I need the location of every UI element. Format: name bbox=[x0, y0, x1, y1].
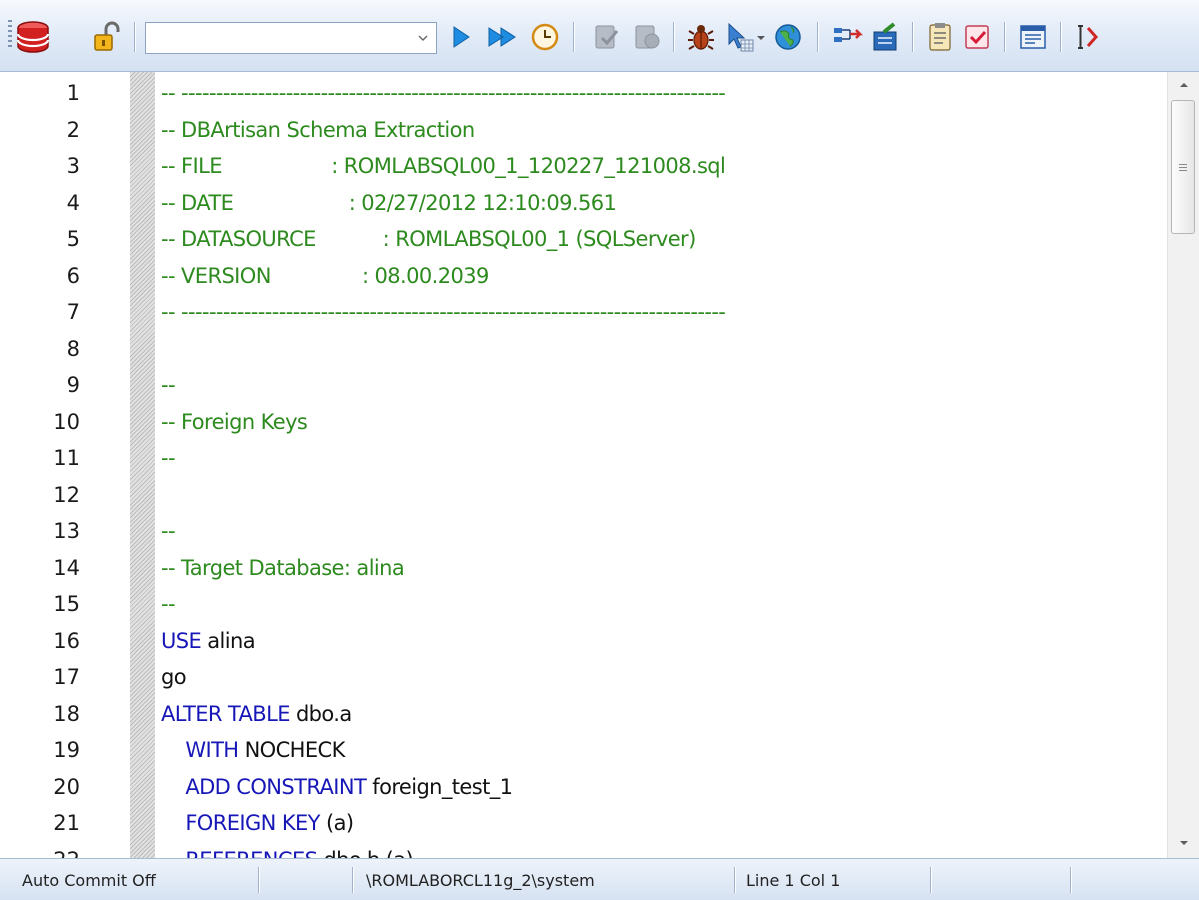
line-number: 19 bbox=[53, 738, 80, 762]
check-icon[interactable] bbox=[960, 20, 994, 54]
sql-text: alina bbox=[201, 628, 255, 653]
fold-margin bbox=[130, 72, 155, 858]
line-number: 6 bbox=[66, 263, 80, 288]
code-text: -- DATASOURCE : ROMLABSQL00_1 (SQLServer… bbox=[161, 227, 696, 251]
rollback-icon[interactable] bbox=[630, 20, 664, 54]
sql-keyword: FOREIGN KEY bbox=[185, 811, 320, 835]
code-text: -- VERSION : 08.00.2039 bbox=[161, 264, 489, 288]
line-number: 12 bbox=[53, 482, 80, 507]
code-text: ADD CONSTRAINT foreign_test_1 bbox=[161, 774, 513, 799]
results-icon[interactable] bbox=[1016, 20, 1050, 54]
paste-icon[interactable] bbox=[923, 20, 957, 54]
line-number: 20 bbox=[53, 774, 80, 799]
sql-comment: -- Target Database: alina bbox=[161, 555, 405, 580]
code-text: -- bbox=[161, 373, 176, 397]
sql-keyword: USE bbox=[161, 628, 202, 653]
line-number: 16 bbox=[53, 628, 80, 653]
sql-text: go bbox=[161, 665, 187, 689]
line-number: 10 bbox=[53, 409, 80, 434]
code-text: USE alina bbox=[161, 628, 256, 653]
commit-icon[interactable] bbox=[590, 20, 624, 54]
code-text: -- bbox=[161, 446, 176, 470]
vertical-scrollbar[interactable] bbox=[1167, 72, 1199, 858]
sql-keyword: ALTER TABLE bbox=[161, 701, 290, 726]
line-number: 4 bbox=[66, 190, 80, 215]
thumb-grip-icon bbox=[1179, 163, 1187, 171]
toolbar bbox=[0, 0, 1199, 72]
code-text: -- DBArtisan Schema Extraction bbox=[161, 118, 475, 142]
code-text: -- -------------------------------------… bbox=[161, 300, 726, 324]
execute-icon[interactable] bbox=[447, 20, 475, 54]
line-number: 17 bbox=[53, 665, 80, 689]
autocommit-status[interactable]: Auto Commit Off bbox=[22, 871, 156, 890]
web-icon[interactable] bbox=[771, 20, 805, 54]
code-text: -- -------------------------------------… bbox=[161, 81, 726, 105]
sql-text: dbo.a bbox=[289, 701, 352, 726]
sql-comment: -- bbox=[161, 446, 176, 470]
scroll-down-icon[interactable] bbox=[1168, 830, 1199, 856]
sql-text: foreign_test_1 bbox=[366, 774, 513, 799]
script-selector-combo[interactable] bbox=[145, 22, 437, 54]
status-bar: Auto Commit Off \ROMLABORCL11g_2\system … bbox=[0, 858, 1199, 900]
code-text: go bbox=[161, 665, 187, 689]
code-text: -- Target Database: alina bbox=[161, 555, 405, 580]
line-number: 7 bbox=[66, 300, 80, 324]
code-text: -- DATE : 02/27/2012 12:10:09.561 bbox=[161, 190, 617, 215]
cursor-position: Line 1 Col 1 bbox=[746, 871, 841, 890]
line-number: 14 bbox=[53, 555, 80, 580]
line-number: 15 bbox=[53, 592, 80, 616]
line-number: 3 bbox=[66, 154, 80, 178]
sql-keyword: WITH bbox=[185, 738, 239, 762]
code-text: FOREIGN KEY (a) bbox=[161, 811, 354, 835]
database-icon[interactable] bbox=[16, 20, 50, 54]
sql-comment: -- FILE : ROMLABSQL00_1_120227_121008.sq… bbox=[161, 154, 726, 178]
sql-comment: -- VERSION : 08.00.2039 bbox=[161, 263, 489, 288]
line-number: 1 bbox=[66, 81, 80, 105]
code-text: WITH NOCHECK bbox=[161, 738, 345, 762]
step-execute-icon[interactable] bbox=[486, 20, 520, 54]
toolbar-grip[interactable] bbox=[8, 20, 12, 50]
sql-comment: -- -------------------------------------… bbox=[161, 81, 726, 105]
query-plan-icon[interactable] bbox=[723, 20, 757, 54]
sql-comment: -- Foreign Keys bbox=[161, 409, 308, 434]
line-number: 21 bbox=[53, 811, 80, 835]
code-text: -- FILE : ROMLABSQL00_1_120227_121008.sq… bbox=[161, 154, 726, 178]
sql-comment: -- DATE : 02/27/2012 12:10:09.561 bbox=[161, 190, 617, 215]
line-number: 8 bbox=[66, 336, 80, 361]
line-number: 5 bbox=[66, 227, 80, 251]
sql-text: (a) bbox=[319, 811, 354, 835]
lock-icon[interactable] bbox=[92, 20, 124, 54]
sql-editor[interactable]: 1 -- ------------------------------------… bbox=[0, 72, 1199, 872]
sql-comment: -- DBArtisan Schema Extraction bbox=[161, 117, 475, 142]
chevron-down-icon[interactable] bbox=[410, 23, 436, 53]
debug-icon[interactable] bbox=[684, 20, 718, 54]
code-text: ALTER TABLE dbo.a bbox=[161, 702, 352, 726]
sql-comment: -- bbox=[161, 373, 176, 397]
line-number: 11 bbox=[53, 446, 80, 470]
scroll-up-icon[interactable] bbox=[1168, 72, 1199, 98]
line-number: 9 bbox=[66, 373, 80, 397]
sql-keyword: ADD CONSTRAINT bbox=[185, 774, 367, 799]
sql-comment: -- bbox=[161, 519, 176, 543]
analyze-icon[interactable] bbox=[868, 20, 902, 54]
sql-comment: -- -------------------------------------… bbox=[161, 300, 726, 324]
line-number: 2 bbox=[66, 117, 80, 142]
explain-icon[interactable] bbox=[830, 20, 864, 54]
sql-text: NOCHECK bbox=[238, 738, 346, 762]
line-number: 13 bbox=[53, 519, 80, 543]
code-text: -- Foreign Keys bbox=[161, 409, 308, 434]
sql-comment: -- bbox=[161, 592, 176, 616]
scrollbar-thumb[interactable] bbox=[1171, 100, 1195, 234]
format-icon[interactable] bbox=[1070, 20, 1104, 54]
connection-status: \ROMLABORCL11g_2\system bbox=[366, 871, 595, 890]
code-text: -- bbox=[161, 519, 176, 543]
schedule-icon[interactable] bbox=[528, 20, 562, 54]
sql-comment: -- DATASOURCE : ROMLABSQL00_1 (SQLServer… bbox=[161, 227, 696, 251]
line-number: 18 bbox=[53, 701, 80, 726]
dropdown-arrow-icon[interactable] bbox=[754, 20, 768, 54]
code-text: -- bbox=[161, 592, 176, 616]
